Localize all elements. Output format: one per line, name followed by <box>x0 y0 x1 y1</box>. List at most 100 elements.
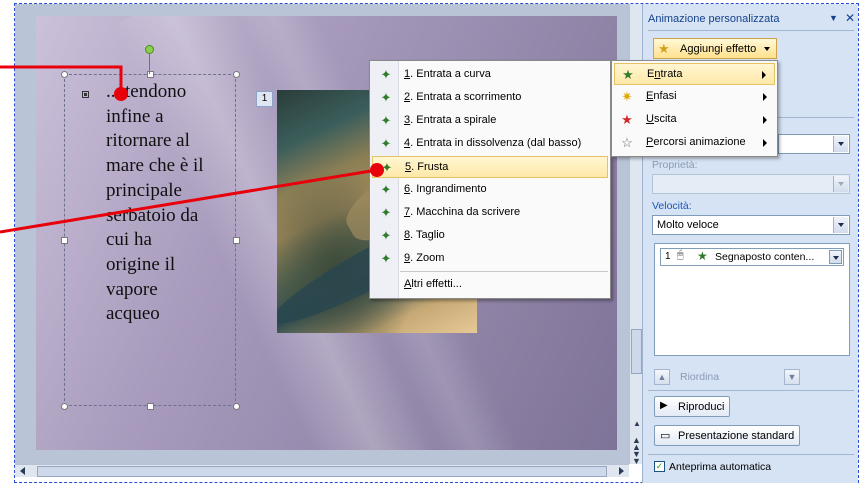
effect-star-icon: ✦ <box>380 67 392 82</box>
resize-handle-left[interactable] <box>61 237 68 244</box>
submenu-arrow-icon <box>763 93 767 101</box>
add-effect-label: Aggiungi effetto <box>680 43 757 55</box>
move-up-icon: ▲ <box>654 369 670 385</box>
submenu-arrow-icon <box>763 116 767 124</box>
list-item[interactable]: 1 🖱 ★ Segnaposto conten... <box>660 248 844 266</box>
menu-item-frusta[interactable]: ✦ 5. Frusta <box>372 156 608 178</box>
motion-path-star-icon: ☆ <box>621 135 633 150</box>
pane-divider <box>648 390 854 391</box>
slideshow-label: Presentazione standard <box>678 430 795 442</box>
menu-item-label: . Entrata a spirale <box>410 114 497 126</box>
effect-star-icon: ✦ <box>380 90 392 105</box>
move-down-icon: ▼ <box>784 369 800 385</box>
properties-label: Proprietà: <box>652 159 698 171</box>
submenu-arrow-icon <box>763 139 767 147</box>
menu-item-label: . Frusta <box>411 161 449 173</box>
animation-item-label: Segnaposto conten... <box>715 251 815 263</box>
chevron-down-icon[interactable] <box>829 250 842 264</box>
next-slide-icon[interactable]: ▼ ▼ <box>632 450 641 466</box>
properties-combo <box>652 174 850 194</box>
pane-divider <box>648 454 854 455</box>
menu-item-label: . Entrata a curva <box>410 68 491 80</box>
entrance-star-icon: ★ <box>697 249 708 263</box>
scroll-left-arrow-icon[interactable] <box>20 467 25 475</box>
add-effect-button[interactable]: ★ Aggiungi effetto <box>653 38 777 59</box>
play-button[interactable]: ▶ Riproduci <box>654 396 730 417</box>
resize-handle-top-right[interactable] <box>233 71 240 78</box>
effect-star-icon: ✦ <box>380 228 392 243</box>
menu-item-label: scita <box>653 113 677 125</box>
menu-item-entrata-a-curva[interactable]: ✦ 1. Entrata a curva <box>372 64 608 86</box>
chevron-down-icon[interactable] <box>833 136 848 152</box>
effect-star-icon: ✦ <box>380 136 392 151</box>
submenu-arrow-icon <box>762 71 766 79</box>
start-combo[interactable] <box>778 134 850 154</box>
pane-divider <box>648 30 854 31</box>
speed-label: Velocità: <box>652 200 692 212</box>
resize-handle-bottom[interactable] <box>147 403 154 410</box>
menu-accelerator: U <box>646 113 654 125</box>
menu-item-label: . Entrata in dissolvenza (dal basso) <box>410 137 582 149</box>
pane-title: Animazione personalizzata <box>648 13 780 25</box>
menu-item-label: . Zoom <box>410 252 445 264</box>
slide-body-text[interactable]: ... tendono infine a ritornare al mare c… <box>106 80 246 327</box>
effect-star-icon: ✦ <box>380 182 392 197</box>
menu-item-macchina-da-scrivere[interactable]: ✦ 7. Macchina da scrivere <box>372 202 608 224</box>
menu-item-entrata-in-dissolvenza[interactable]: ✦ 4. Entrata in dissolvenza (dal basso) <box>372 133 608 155</box>
rotation-handle[interactable] <box>145 45 154 54</box>
reorder-label: Riordina <box>680 371 720 383</box>
entrance-star-icon: ★ <box>622 67 634 82</box>
menu-item-label: nfasi <box>653 90 677 102</box>
horizontal-scroll-thumb[interactable] <box>37 466 607 477</box>
resize-handle-bottom-left[interactable] <box>61 403 68 410</box>
resize-handle-bottom-right[interactable] <box>233 403 240 410</box>
menu-item-label: ltri effetti... <box>411 278 462 290</box>
menu-item-taglio[interactable]: ✦ 8. Taglio <box>372 225 608 247</box>
scroll-right-arrow-icon[interactable] <box>619 467 624 475</box>
menu-item-entrata-a-spirale[interactable]: ✦ 3. Entrata a spirale <box>372 110 608 132</box>
entrance-effects-menu: ✦ 1. Entrata a curva ✦ 2. Entrata a scor… <box>369 60 611 299</box>
menu-item-zoom[interactable]: ✦ 9. Zoom <box>372 248 608 270</box>
pane-close-icon[interactable]: ✕ <box>845 11 855 25</box>
menu-item-label: trata <box>660 68 683 80</box>
resize-handle-top-left[interactable] <box>61 71 68 78</box>
exit-star-icon: ★ <box>621 112 633 127</box>
auto-preview-label: Anteprima automatica <box>669 461 772 473</box>
effect-star-icon: ✦ <box>380 251 392 266</box>
scroll-up-arrow-icon[interactable]: ▲ <box>633 419 641 428</box>
slideshow-icon: ▭ <box>660 430 671 442</box>
rotation-handle-stem <box>149 52 150 74</box>
pane-options-icon[interactable]: ▼ <box>829 13 838 23</box>
vertical-scroll-thumb[interactable] <box>631 329 642 374</box>
play-label: Riproduci <box>678 401 725 413</box>
workspace-horizontal-scrollbar[interactable] <box>15 464 629 477</box>
menu-item-label: . Macchina da scrivere <box>410 206 521 218</box>
menu-item-uscita[interactable]: ★ Uscita <box>614 109 775 131</box>
add-effect-menu: ★ Entrata ✷ Enfasi ★ Uscita ☆ Percorsi a… <box>611 60 778 157</box>
menu-item-enfasi[interactable]: ✷ Enfasi <box>614 86 775 108</box>
effect-star-icon: ✦ <box>380 205 392 220</box>
emphasis-star-icon: ✷ <box>621 89 633 104</box>
chevron-down-icon <box>764 47 770 51</box>
menu-item-altri-effetti[interactable]: Altri effetti... <box>372 274 608 296</box>
auto-preview-checkbox[interactable]: ✓ <box>654 461 665 472</box>
animation-order-tag[interactable]: 1 <box>256 91 273 107</box>
speed-value: Molto veloce <box>657 219 719 231</box>
speed-combo[interactable]: Molto veloce <box>652 215 850 235</box>
pane-divider <box>778 117 854 118</box>
menu-item-label: . Entrata a scorrimento <box>410 91 522 103</box>
menu-item-percorsi-animazione[interactable]: ☆ Percorsi animazione <box>614 132 775 154</box>
menu-item-label: . Taglio <box>410 229 445 241</box>
effect-star-icon: ✦ <box>380 113 392 128</box>
menu-item-label: . Ingrandimento <box>410 183 487 195</box>
mouse-click-icon: 🖱 <box>677 249 684 261</box>
bullet-icon <box>82 91 89 98</box>
animation-list[interactable]: 1 🖱 ★ Segnaposto conten... <box>654 243 850 356</box>
slideshow-button[interactable]: ▭ Presentazione standard <box>654 425 800 446</box>
chevron-down-icon[interactable] <box>833 217 848 233</box>
menu-item-ingrandimento[interactable]: ✦ 6. Ingrandimento <box>372 179 608 201</box>
menu-item-entrata[interactable]: ★ Entrata <box>614 63 775 85</box>
animation-number: 1 <box>665 251 671 262</box>
menu-item-entrata-a-scorrimento[interactable]: ✦ 2. Entrata a scorrimento <box>372 87 608 109</box>
menu-separator <box>400 271 608 272</box>
